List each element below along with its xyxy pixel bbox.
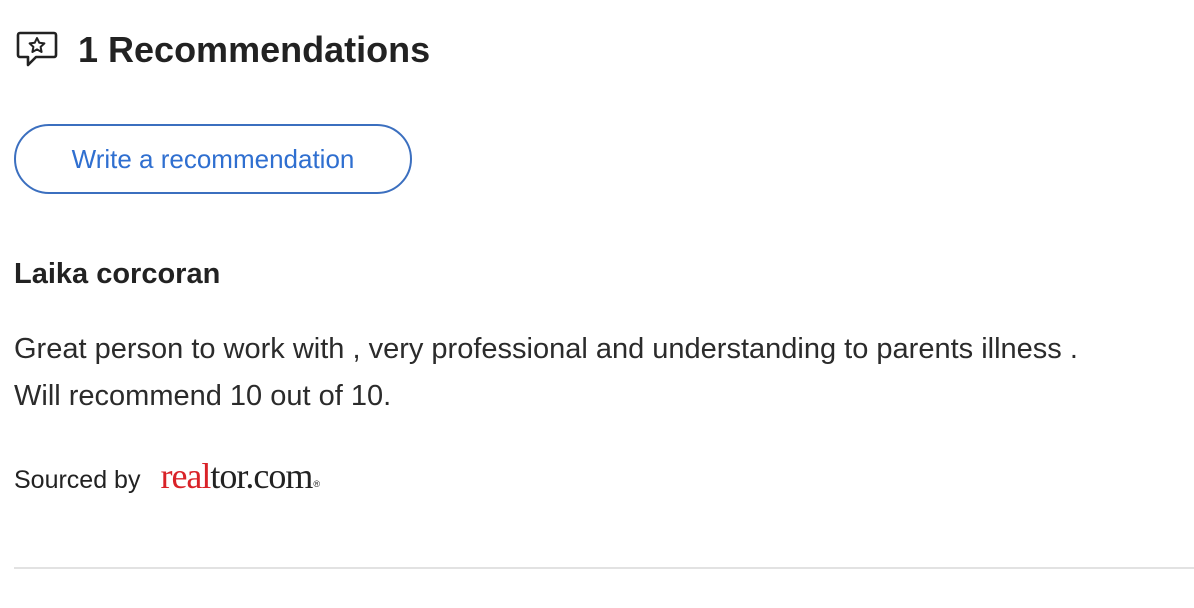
recommendation-text-line-2: Will recommend 10 out of 10. [14,380,392,412]
speech-bubble-star-icon [16,28,60,72]
section-divider [14,567,1194,569]
recommendations-header: 1 Recommendations [16,28,430,72]
recommendations-title: 1 Recommendations [78,29,431,70]
recommendation-author: Laika corcoran [14,258,221,290]
recommendation-text: Great person to work with , very profess… [14,326,1194,420]
sourced-by-label: Sourced by [14,465,141,494]
realtor-logo: real tor.com ® [160,456,320,496]
recommendation-text-line-1: Great person to work with , very profess… [14,333,1078,365]
write-recommendation-button[interactable]: Write a recommendation [14,124,412,194]
sourced-by: Sourced by real tor.com ® [14,456,320,502]
